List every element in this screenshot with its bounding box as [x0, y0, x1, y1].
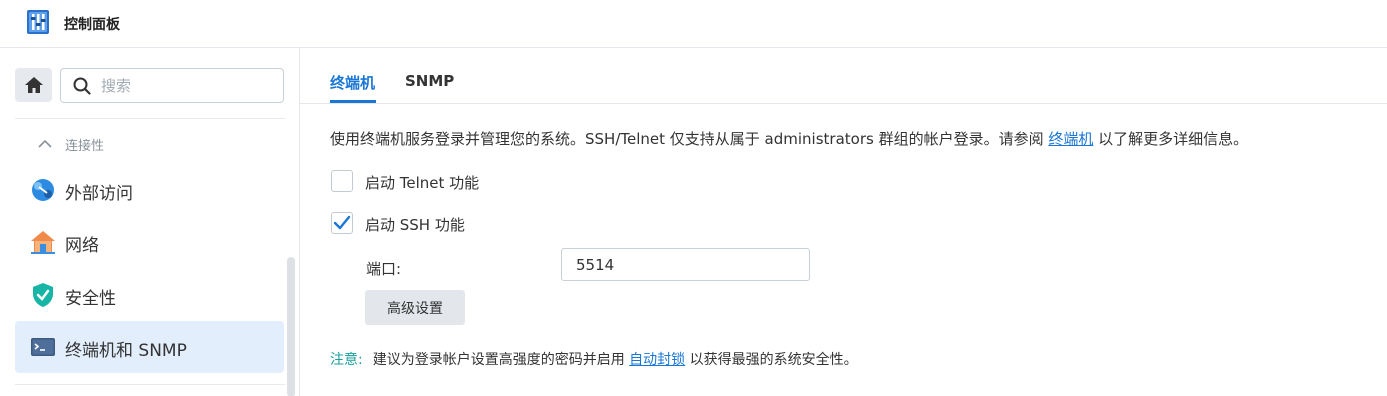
terminal-icon	[31, 338, 55, 356]
ssh-label: 启动 SSH 功能	[365, 216, 465, 234]
description-prefix: 使用终端机服务登录并管理您的系统。SSH/Telnet 仅支持从属于 admin…	[330, 130, 1049, 148]
title-bar: 控制面板	[0, 0, 1387, 48]
port-input[interactable]	[561, 248, 810, 281]
telnet-checkbox[interactable]	[331, 170, 353, 192]
note-prefix: 建议为登录帐户设置高强度的密码并启用	[372, 352, 630, 368]
sidebar-item-security[interactable]: 安全性	[15, 269, 284, 321]
search-icon	[73, 77, 91, 95]
network-home-icon	[31, 231, 55, 254]
auto-block-link[interactable]: 自动封锁	[629, 352, 685, 368]
active-tab-indicator	[330, 100, 376, 103]
note-suffix: 以获得最强的系统安全性。	[685, 352, 858, 368]
search-input[interactable]	[101, 75, 271, 97]
sidebar-item-external-access[interactable]: 外部访问	[15, 164, 284, 216]
group-label: 连接性	[65, 138, 105, 154]
description-text: 使用终端机服务登录并管理您的系统。SSH/Telnet 仅支持从属于 admin…	[330, 128, 1248, 149]
port-label: 端口:	[366, 260, 402, 278]
sidebar-item-terminal-snmp[interactable]: 终端机和 SNMP	[15, 321, 284, 373]
security-note: 注意: 建议为登录帐户设置高强度的密码并启用 自动封锁 以获得最强的系统安全性。	[330, 349, 858, 369]
sidebar-scrollbar[interactable]	[287, 257, 295, 396]
home-button[interactable]	[15, 68, 52, 102]
sidebar-item-label: 网络	[65, 236, 99, 256]
sidebar-item-label: 外部访问	[65, 184, 133, 204]
sidebar-item-label: 安全性	[65, 289, 116, 309]
description-suffix: 以了解更多详细信息。	[1093, 130, 1249, 148]
tab-bar: 终端机 SNMP	[300, 48, 1387, 104]
sidebar-divider	[15, 384, 285, 385]
ssh-checkbox[interactable]	[331, 212, 353, 234]
app-title: 控制面板	[64, 17, 120, 33]
external-access-icon	[32, 179, 54, 201]
sidebar-divider	[15, 118, 285, 119]
note-title: 注意:	[330, 352, 363, 368]
main-panel: 终端机 SNMP 使用终端机服务登录并管理您的系统。SSH/Telnet 仅支持…	[300, 48, 1387, 396]
sidebar-item-label: 终端机和 SNMP	[65, 341, 187, 361]
terminal-help-link[interactable]: 终端机	[1048, 130, 1093, 148]
sidebar-item-network[interactable]: 网络	[15, 216, 284, 268]
search-box[interactable]	[60, 68, 284, 103]
telnet-label: 启动 Telnet 功能	[365, 174, 480, 192]
ssh-option[interactable]: 启动 SSH 功能	[331, 212, 465, 234]
tab-terminal[interactable]: 终端机	[330, 72, 375, 93]
note-text: 建议为登录帐户设置高强度的密码并启用 自动封锁 以获得最强的系统安全性。	[373, 352, 858, 368]
security-shield-icon	[33, 283, 53, 307]
home-icon	[24, 77, 43, 93]
advanced-settings-button[interactable]: 高级设置	[365, 290, 465, 325]
sidebar: 连接性 外部访问 网络 安全性 终端	[0, 48, 300, 396]
tab-snmp[interactable]: SNMP	[405, 72, 454, 90]
control-panel-app-icon	[27, 10, 49, 34]
group-header-connectivity[interactable]: 连接性	[35, 134, 104, 154]
telnet-option[interactable]: 启动 Telnet 功能	[331, 170, 479, 192]
checkmark-icon	[333, 215, 351, 230]
chevron-up-icon	[38, 139, 52, 148]
